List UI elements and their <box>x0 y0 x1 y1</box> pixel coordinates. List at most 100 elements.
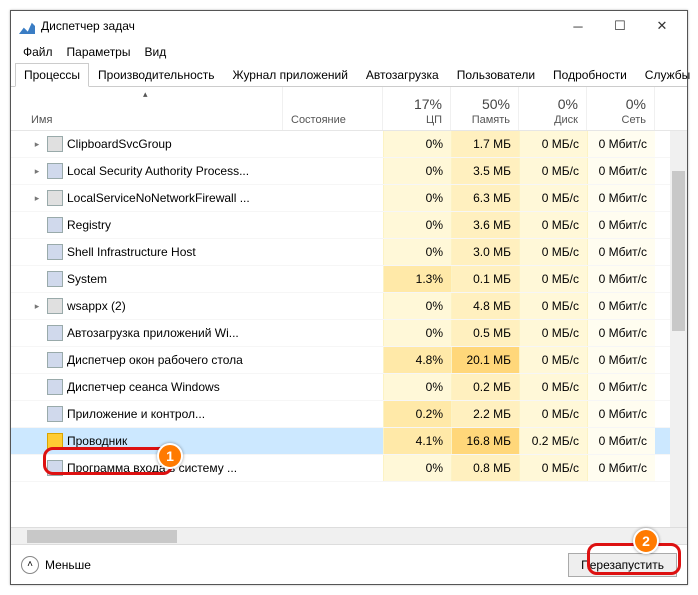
close-button[interactable]: ✕ <box>641 12 683 40</box>
process-name: Registry <box>67 218 111 232</box>
network-cell: 0 Мбит/с <box>587 455 655 481</box>
disk-cell: 0 МБ/с <box>519 212 587 238</box>
network-cell: 0 Мбит/с <box>587 374 655 400</box>
process-table: ▴ Имя Состояние 17% ЦП 50% Память 0% Дис… <box>11 87 687 544</box>
expand-icon[interactable]: ▸ <box>31 166 43 177</box>
table-row[interactable]: Диспетчер сеанса Windows0%0.2 МБ0 МБ/с0 … <box>11 374 687 401</box>
cpu-cell: 4.8% <box>383 347 451 373</box>
tab-users[interactable]: Пользователи <box>448 63 544 87</box>
maximize-button[interactable]: ☐ <box>599 12 641 40</box>
table-row[interactable]: Registry0%3.6 МБ0 МБ/с0 Мбит/с <box>11 212 687 239</box>
table-row[interactable]: Автозагрузка приложений Wi...0%0.5 МБ0 М… <box>11 320 687 347</box>
tab-performance[interactable]: Производительность <box>89 63 223 87</box>
menu-options[interactable]: Параметры <box>61 43 137 61</box>
col-cpu[interactable]: 17% ЦП <box>383 87 451 130</box>
annotation-badge-2: 2 <box>633 528 659 554</box>
table-row[interactable]: Диспетчер окон рабочего стола4.8%20.1 МБ… <box>11 347 687 374</box>
process-icon <box>47 271 63 287</box>
disk-cell: 0 МБ/с <box>519 455 587 481</box>
network-cell: 0 Мбит/с <box>587 212 655 238</box>
disk-cell: 0.2 МБ/с <box>519 428 587 454</box>
cpu-cell: 4.1% <box>383 428 451 454</box>
memory-cell: 0.5 МБ <box>451 320 519 346</box>
process-icon <box>47 352 63 368</box>
app-icon <box>19 18 35 34</box>
table-row[interactable]: ▸Local Security Authority Process...0%3.… <box>11 158 687 185</box>
network-cell: 0 Мбит/с <box>587 401 655 427</box>
network-cell: 0 Мбит/с <box>587 293 655 319</box>
network-cell: 0 Мбит/с <box>587 428 655 454</box>
network-cell: 0 Мбит/с <box>587 158 655 184</box>
table-row[interactable]: Проводник 4.1%16.8 МБ0.2 МБ/с0 Мбит/с <box>11 428 687 455</box>
col-name[interactable]: ▴ Имя <box>23 87 283 130</box>
disk-cell: 0 МБ/с <box>519 158 587 184</box>
restart-button[interactable]: Перезапустить <box>568 553 677 577</box>
chevron-up-icon: ˄ <box>21 556 39 574</box>
disk-cell: 0 МБ/с <box>519 374 587 400</box>
process-name: Автозагрузка приложений Wi... <box>67 326 239 340</box>
network-cell: 0 Мбит/с <box>587 131 655 157</box>
tabs: Процессы Производительность Журнал прило… <box>11 63 687 87</box>
process-icon <box>47 325 63 341</box>
tab-services[interactable]: Службы <box>636 63 698 87</box>
col-status[interactable]: Состояние <box>283 87 383 130</box>
table-row[interactable]: ▸ClipboardSvcGroup0%1.7 МБ0 МБ/с0 Мбит/с <box>11 131 687 158</box>
fewer-details-toggle[interactable]: ˄ Меньше <box>21 556 91 574</box>
memory-cell: 0.8 МБ <box>451 455 519 481</box>
disk-cell: 0 МБ/с <box>519 347 587 373</box>
menubar: Файл Параметры Вид <box>11 41 687 63</box>
cpu-cell: 0.2% <box>383 401 451 427</box>
col-memory[interactable]: 50% Память <box>451 87 519 130</box>
disk-cell: 0 МБ/с <box>519 185 587 211</box>
tab-details[interactable]: Подробности <box>544 63 636 87</box>
cpu-cell: 0% <box>383 374 451 400</box>
process-name: Shell Infrastructure Host <box>67 245 196 259</box>
expand-icon[interactable]: ▸ <box>31 301 43 312</box>
cpu-cell: 0% <box>383 239 451 265</box>
cpu-cell: 0% <box>383 293 451 319</box>
tab-apphistory[interactable]: Журнал приложений <box>224 63 357 87</box>
col-network[interactable]: 0% Сеть <box>587 87 655 130</box>
memory-cell: 6.3 МБ <box>451 185 519 211</box>
process-name: wsappx (2) <box>67 299 126 313</box>
vertical-scrollbar[interactable] <box>670 131 687 527</box>
memory-cell: 1.7 МБ <box>451 131 519 157</box>
memory-cell: 3.0 МБ <box>451 239 519 265</box>
table-row[interactable]: Приложение и контрол...0.2%2.2 МБ0 МБ/с0… <box>11 401 687 428</box>
table-row[interactable]: Программа входа в систему ...0%0.8 МБ0 М… <box>11 455 687 482</box>
expand-icon[interactable]: ▸ <box>31 193 43 204</box>
task-manager-window: Диспетчер задач ─ ☐ ✕ Файл Параметры Вид… <box>10 10 688 585</box>
annotation-badge-1: 1 <box>157 443 183 469</box>
memory-cell: 16.8 МБ <box>451 428 519 454</box>
network-cell: 0 Мбит/с <box>587 266 655 292</box>
process-icon <box>47 379 63 395</box>
memory-cell: 0.2 МБ <box>451 374 519 400</box>
footer: ˄ Меньше Перезапустить <box>11 544 687 584</box>
table-row[interactable]: ▸ LocalServiceNoNetworkFirewall ... 0%6.3 … <box>11 185 687 212</box>
process-name: Приложение и контрол... <box>67 407 205 421</box>
minimize-button[interactable]: ─ <box>557 12 599 40</box>
memory-cell: 3.5 МБ <box>451 158 519 184</box>
expand-icon[interactable]: ▸ <box>31 139 43 150</box>
col-disk[interactable]: 0% Диск <box>519 87 587 130</box>
process-icon <box>47 433 63 449</box>
process-name: Проводник <box>67 434 127 448</box>
memory-cell: 20.1 МБ <box>451 347 519 373</box>
process-icon <box>47 163 63 179</box>
cpu-cell: 0% <box>383 185 451 211</box>
table-row[interactable]: ▸wsappx (2)0%4.8 МБ0 МБ/с0 Мбит/с <box>11 293 687 320</box>
process-icon <box>47 190 63 206</box>
disk-cell: 0 МБ/с <box>519 293 587 319</box>
table-row[interactable]: Shell Infrastructure Host 0%3.0 МБ0 МБ/с0… <box>11 239 687 266</box>
menu-file[interactable]: Файл <box>17 43 59 61</box>
process-name: ClipboardSvcGroup <box>67 137 172 151</box>
network-cell: 0 Мбит/с <box>587 239 655 265</box>
menu-view[interactable]: Вид <box>138 43 172 61</box>
process-name: LocalServiceNoNetworkFirewall ... <box>67 191 250 205</box>
tab-processes[interactable]: Процессы <box>15 63 89 87</box>
process-icon <box>47 217 63 233</box>
tab-startup[interactable]: Автозагрузка <box>357 63 448 87</box>
disk-cell: 0 МБ/с <box>519 239 587 265</box>
horizontal-scrollbar[interactable] <box>11 527 687 544</box>
table-row[interactable]: System1.3%0.1 МБ0 МБ/с0 Мбит/с <box>11 266 687 293</box>
